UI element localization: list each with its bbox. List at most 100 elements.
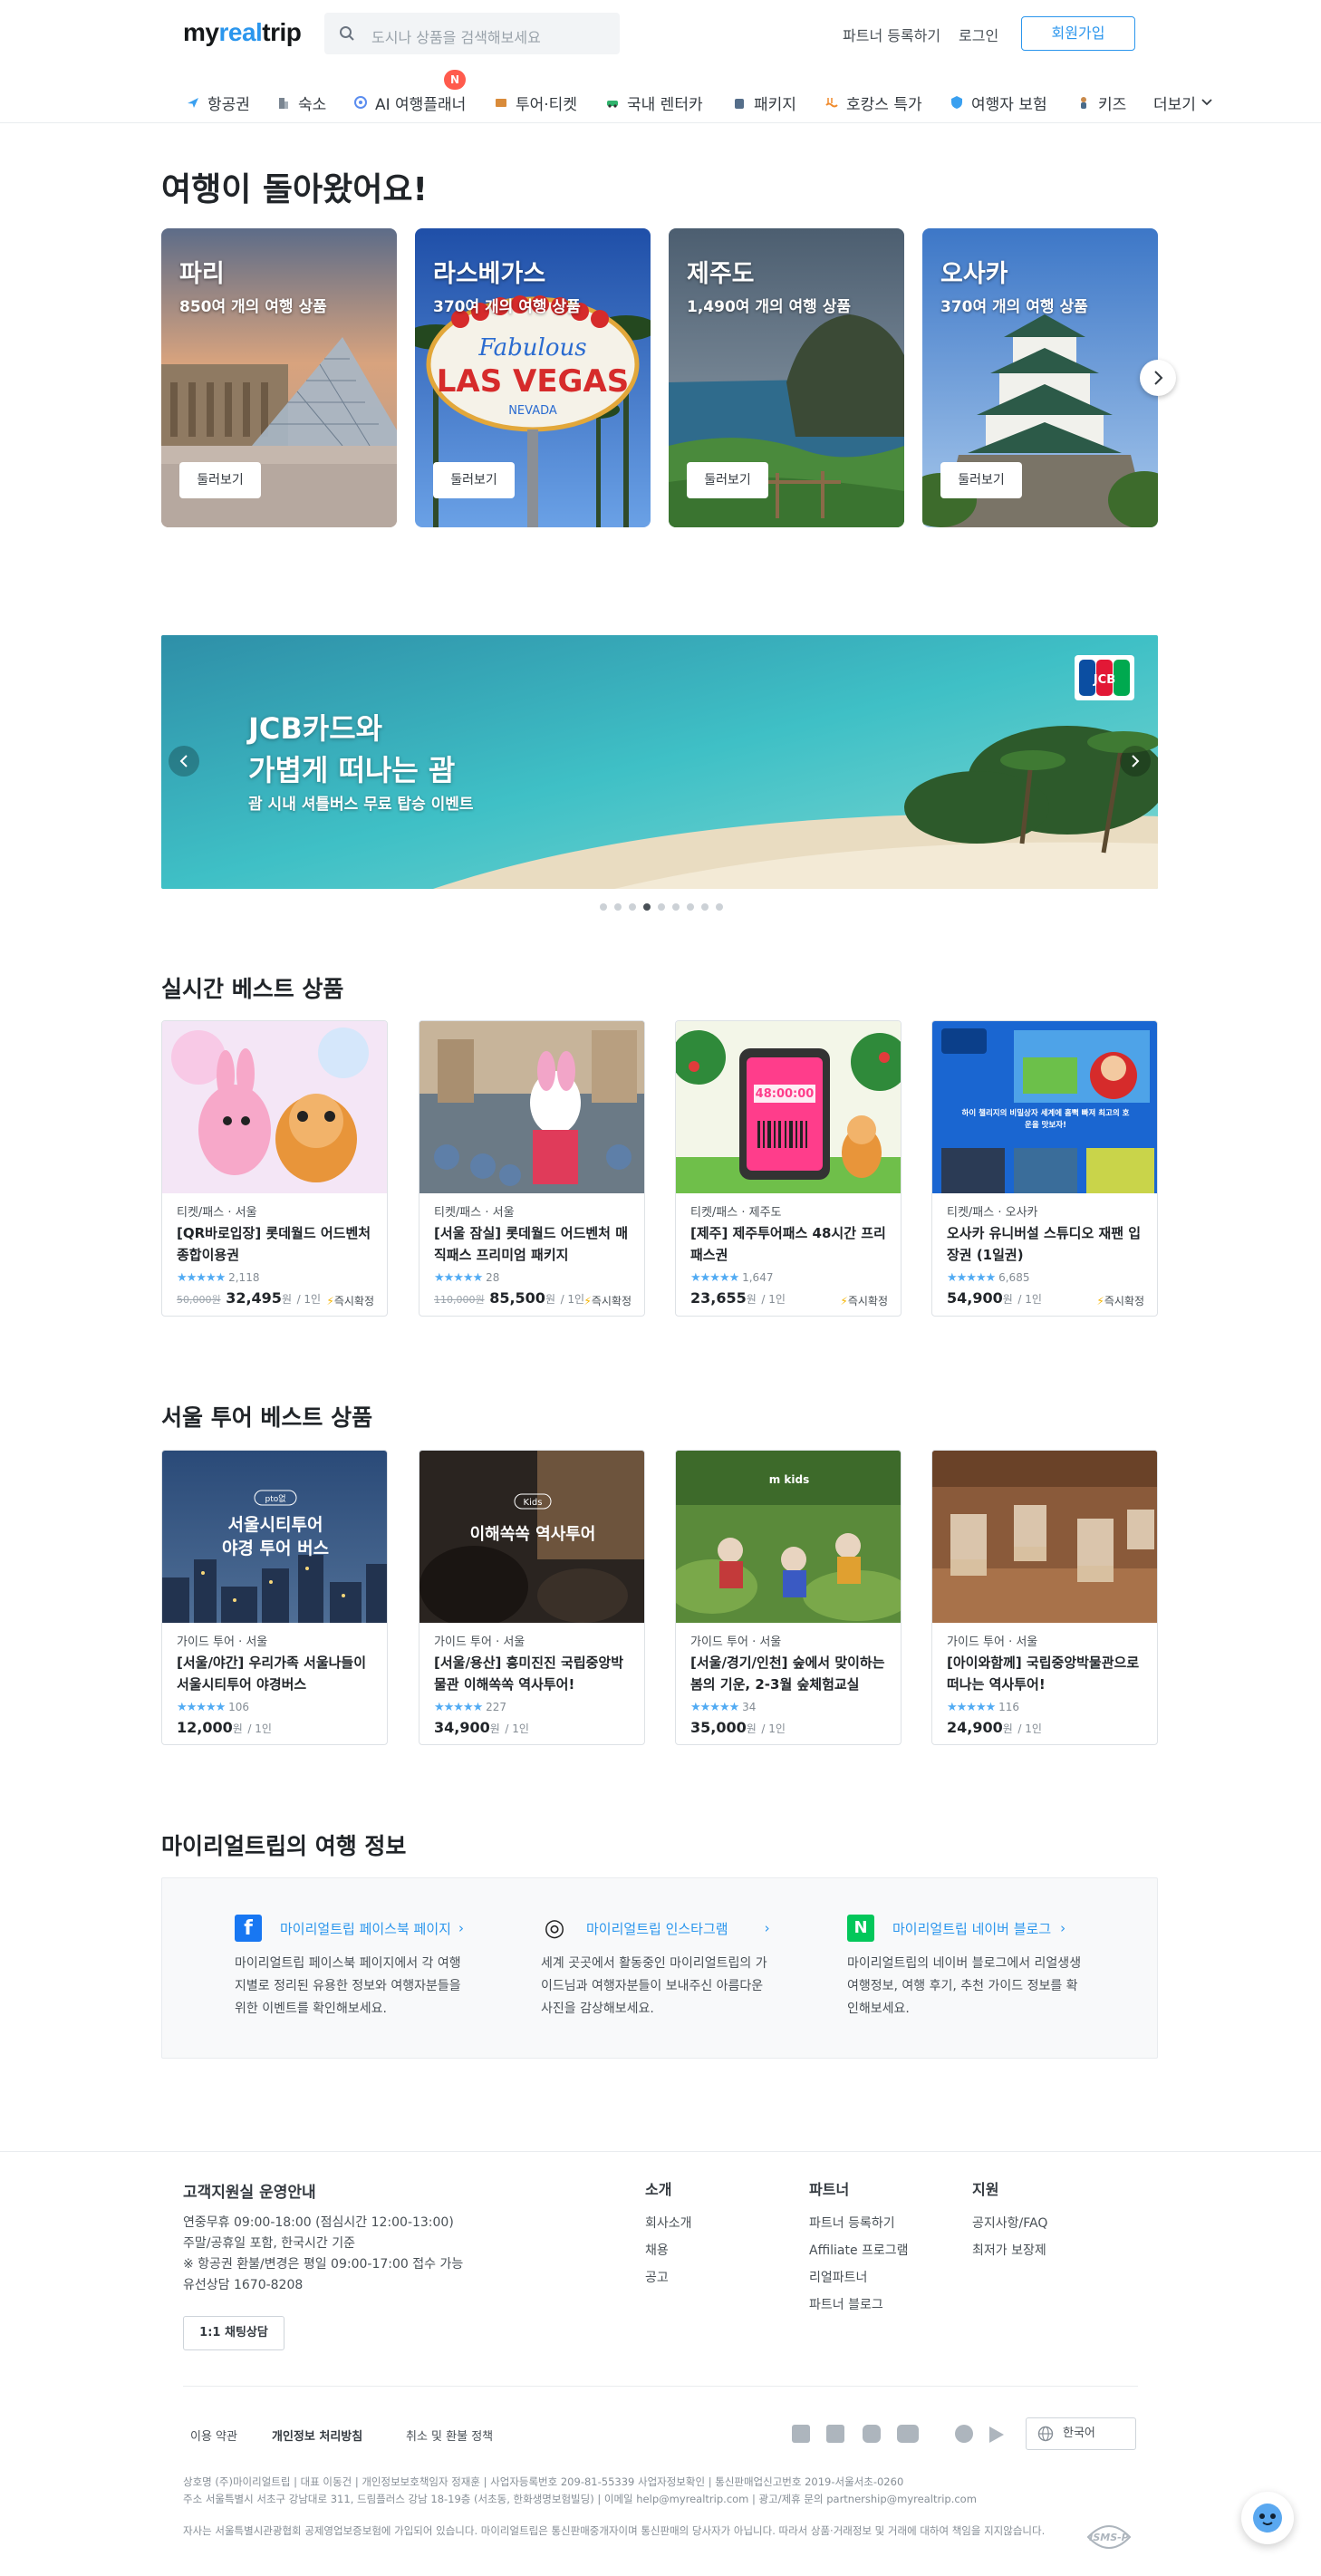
review-count: 28 xyxy=(486,1271,500,1284)
browse-button[interactable]: 둘러보기 xyxy=(940,462,1022,498)
partner-register-link[interactable]: 파트너 등록하기 xyxy=(843,24,940,45)
footer-link[interactable]: 채용 xyxy=(645,2241,669,2259)
browse-button[interactable]: 둘러보기 xyxy=(687,462,768,498)
nav-item-lodging[interactable]: 숙소 xyxy=(276,91,326,114)
nav-item-rental-car[interactable]: 국내 렌터카 xyxy=(605,91,703,114)
google-play-icon[interactable] xyxy=(989,2426,1004,2443)
nav-item-more[interactable]: 더보기 xyxy=(1153,91,1212,114)
pagination-dot[interactable] xyxy=(614,903,622,911)
banner-title: JCB카드와 가볍게 떠나는 괌 xyxy=(248,708,455,791)
product-title: [서울/야간] 우리가족 서울나들이 서울시티투어 야경버스 xyxy=(177,1655,367,1693)
footer-link[interactable]: 리얼파트너 xyxy=(809,2268,867,2286)
info-facebook[interactable]: f 마이리얼트립 페이스북 페이지 › 마이리얼트립 페이스북 페이지에서 각 여행… xyxy=(235,1915,470,2021)
promo-banner[interactable]: JCB카드와 가볍게 떠나는 괌 괌 시내 셔틀버스 무료 탑승 이벤트 JCB xyxy=(161,635,1158,889)
footer-link[interactable]: 파트너 블로그 xyxy=(809,2295,883,2313)
city-count: 370여 개의 여행 상품 xyxy=(433,298,581,316)
product-category: 가이드 투어 · 서울 xyxy=(434,1635,526,1649)
footer-link[interactable]: 공고 xyxy=(645,2268,669,2286)
language-select[interactable]: 한국어 xyxy=(1026,2417,1136,2450)
city-card-osaka[interactable]: 오사카 370여 개의 여행 상품 둘러보기 xyxy=(922,228,1158,527)
product-card[interactable]: pto없 서울시티투어 야경 투어 버스 가이드 투어 · 서울 [서울/야간]… xyxy=(161,1450,388,1745)
lotte-world-characters-image xyxy=(162,1021,387,1193)
banner-next-button[interactable] xyxy=(1120,746,1151,777)
original-price: 50,000원 xyxy=(177,1294,221,1306)
nav-item-kids[interactable]: 키즈 xyxy=(1076,91,1126,114)
facebook-icon[interactable] xyxy=(792,2425,810,2443)
apple-icon[interactable] xyxy=(955,2425,973,2443)
youtube-icon[interactable] xyxy=(897,2425,919,2443)
info-instagram-link[interactable]: ◎ 마이리얼트립 인스타그램 › xyxy=(541,1915,776,1942)
info-instagram-title: 마이리얼트립 인스타그램 xyxy=(586,1920,728,1937)
naver-blog-icon[interactable] xyxy=(826,2425,844,2443)
pagination-dot[interactable] xyxy=(716,903,723,911)
banner-prev-button[interactable] xyxy=(169,746,199,777)
product-card[interactable]: 하이 챌리지의 비밀상자 세계에 흠뻑 빠져 최고의 호운을 맛보자! 티켓/패… xyxy=(931,1020,1158,1317)
chatbot-icon xyxy=(1253,2504,1282,2533)
info-instagram-desc: 세계 곳곳에서 활동중인 마이리얼트립의 가이드님과 여행자분들이 보내주신 아… xyxy=(541,1956,767,2016)
info-facebook-link[interactable]: f 마이리얼트립 페이스북 페이지 › xyxy=(235,1915,470,1942)
footer-link[interactable]: 회사소개 xyxy=(645,2214,692,2232)
product-card[interactable]: Kids 이해쏙쏙 역사투어 가이드 투어 · 서울 [서울/용산] 흥미진진 … xyxy=(419,1450,645,1745)
city-name: 라스베가스 xyxy=(433,260,546,288)
nav-item-tour-ticket[interactable]: 투어·티켓 xyxy=(494,91,577,114)
jcb-logo-text: JCB xyxy=(1093,673,1115,687)
logo-my: my xyxy=(183,18,219,46)
browse-button[interactable]: 둘러보기 xyxy=(179,462,261,498)
footer-link[interactable]: Affiliate 프로그램 xyxy=(809,2241,909,2259)
nav-item-flights[interactable]: 항공권 xyxy=(186,91,250,114)
footer-link[interactable]: 파트너 등록하기 xyxy=(809,2214,895,2232)
city-card-paris[interactable]: 파리 850여 개의 여행 상품 둘러보기 xyxy=(161,228,397,527)
chat-consult-button[interactable]: 1:1 채팅상담 xyxy=(183,2316,284,2350)
refund-policy-link[interactable]: 취소 및 환불 정책 xyxy=(406,2426,493,2444)
jcb-logo: JCB xyxy=(1075,655,1134,700)
pagination-dot[interactable] xyxy=(629,903,636,911)
footer-link[interactable]: 최저가 보장제 xyxy=(972,2241,1046,2259)
carousel-next-button[interactable] xyxy=(1140,360,1176,396)
building-icon xyxy=(279,98,288,109)
pagination-dot[interactable] xyxy=(658,903,665,911)
cs-line: ※ 항공권 환불/변경은 평일 09:00-17:00 접수 가능 xyxy=(183,2257,464,2272)
pagination-dot[interactable] xyxy=(687,903,694,911)
chevron-left-icon xyxy=(179,755,188,767)
footer-link[interactable]: 공지사항/FAQ xyxy=(972,2214,1047,2232)
privacy-link[interactable]: 개인정보 처리방침 xyxy=(272,2426,362,2444)
pagination-dot[interactable] xyxy=(701,903,709,911)
city-count: 370여 개의 여행 상품 xyxy=(940,298,1088,316)
product-rating: ★★★★★ 116 xyxy=(947,1701,1019,1714)
nav-item-hocance[interactable]: 호캉스 특가 xyxy=(824,91,922,114)
signup-button[interactable]: 회원가입 xyxy=(1021,16,1135,51)
search-placeholder: 도시나 상품을 검색해보세요 xyxy=(371,29,541,46)
nav-item-insurance[interactable]: 여행자 보험 xyxy=(950,91,1047,114)
review-count: 2,118 xyxy=(228,1271,260,1284)
city-card-jeju[interactable]: 제주도 1,490여 개의 여행 상품 둘러보기 xyxy=(669,228,904,527)
pagination-dot[interactable] xyxy=(672,903,680,911)
instagram-icon[interactable] xyxy=(863,2425,881,2443)
nav-item-package[interactable]: 패키지 xyxy=(732,91,796,114)
city-card-las-vegas[interactable]: Fabulous LAS VEGAS NEVADA 라스베가스 370여 개의 … xyxy=(415,228,651,527)
logo[interactable]: myrealtrip xyxy=(183,18,302,47)
naver-icon: N xyxy=(847,1915,874,1942)
product-card[interactable]: m kids 가이드 투어 · 서울 [서울/경기/인천] 숲에서 맞이하는 봄… xyxy=(675,1450,902,1745)
pagination-dot[interactable] xyxy=(643,903,651,911)
globe-icon xyxy=(1037,2426,1054,2442)
login-link[interactable]: 로그인 xyxy=(959,24,998,45)
info-naver[interactable]: N 마이리얼트립 네이버 블로그 › 마이리얼트립의 네이버 블로그에서 리얼생생 … xyxy=(847,1915,1083,2021)
info-facebook-title: 마이리얼트립 페이스북 페이지 xyxy=(280,1920,451,1937)
product-card[interactable]: 가이드 투어 · 서울 [아이와함께] 국립중앙박물관으로 떠나는 역사투어! … xyxy=(931,1450,1158,1745)
pagination-dot[interactable] xyxy=(600,903,607,911)
search-input[interactable]: 도시나 상품을 검색해보세요 xyxy=(324,13,620,54)
product-title: [아이와함께] 국립중앙박물관으로 떠나는 역사투어! xyxy=(947,1655,1140,1693)
product-card[interactable]: 48:00:00 티켓/패스 · 제주도 [제주] 제주투어패스 48시간 프리… xyxy=(675,1020,902,1317)
terms-link[interactable]: 이용 약관 xyxy=(190,2426,237,2444)
chevron-right-icon: › xyxy=(1060,1920,1066,1936)
lightning-icon: ⚡ xyxy=(583,1295,592,1307)
nav-item-ai-planner[interactable]: AI 여행플래너 xyxy=(353,91,466,114)
info-instagram[interactable]: ◎ 마이리얼트립 인스타그램 › 세계 곳곳에서 활동중인 마이리얼트립의 가이드님… xyxy=(541,1915,776,2021)
chatbot-button[interactable] xyxy=(1241,2492,1294,2544)
product-card[interactable]: 티켓/패스 · 서울 [QR바로입장] 롯데월드 어드벤처 종합이용권 ★★★★… xyxy=(161,1020,388,1317)
price-unit: / 1인 xyxy=(1017,1293,1042,1306)
browse-button[interactable]: 둘러보기 xyxy=(433,462,515,498)
product-image: 48:00:00 xyxy=(676,1021,901,1193)
product-card[interactable]: 티켓/패스 · 서울 [서울 잠실] 롯데월드 어드벤처 매직패스 프리미엄 패… xyxy=(419,1020,645,1317)
info-naver-link[interactable]: N 마이리얼트립 네이버 블로그 › xyxy=(847,1915,1083,1942)
